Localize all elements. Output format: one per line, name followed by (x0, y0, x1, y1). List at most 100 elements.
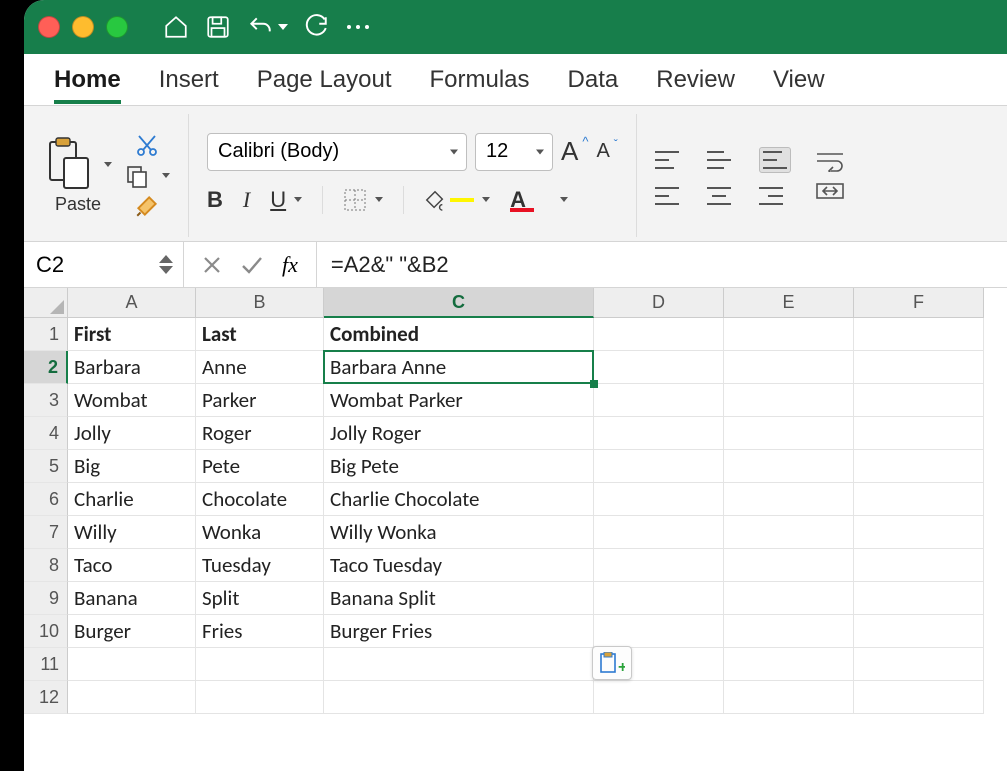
cell[interactable]: Tuesday (196, 549, 324, 582)
row-header[interactable]: 8 (24, 549, 68, 582)
column-header[interactable]: A (68, 288, 196, 318)
cell[interactable]: Combined (324, 318, 594, 351)
cell[interactable] (196, 648, 324, 681)
cancel-formula-button[interactable] (202, 255, 222, 275)
align-center-button[interactable] (707, 187, 731, 205)
column-header[interactable]: C (324, 288, 594, 318)
align-top-button[interactable] (655, 147, 679, 173)
wrap-text-button[interactable] (815, 150, 845, 172)
accept-formula-button[interactable] (240, 255, 264, 275)
column-header[interactable]: E (724, 288, 854, 318)
cell[interactable] (68, 681, 196, 714)
column-header[interactable]: D (594, 288, 724, 318)
cell[interactable] (196, 681, 324, 714)
minimize-window-button[interactable] (72, 16, 94, 38)
cell[interactable]: Willy (68, 516, 196, 549)
cell[interactable] (724, 351, 854, 384)
cell[interactable] (854, 648, 984, 681)
column-header[interactable]: B (196, 288, 324, 318)
tab-review[interactable]: Review (656, 56, 735, 104)
cell[interactable] (594, 681, 724, 714)
cell[interactable] (724, 681, 854, 714)
row-header[interactable]: 2 (24, 351, 68, 384)
cell[interactable] (724, 384, 854, 417)
cell[interactable] (594, 351, 724, 384)
grow-font-button[interactable]: A^ (561, 136, 588, 167)
save-icon[interactable] (204, 13, 232, 41)
row-header[interactable]: 3 (24, 384, 68, 417)
underline-button[interactable]: U (270, 187, 302, 213)
font-color-button[interactable]: A (510, 187, 568, 213)
cell[interactable] (724, 615, 854, 648)
cell[interactable]: Last (196, 318, 324, 351)
cell[interactable] (594, 516, 724, 549)
align-bottom-button[interactable] (759, 147, 791, 173)
maximize-window-button[interactable] (106, 16, 128, 38)
cell[interactable]: Pete (196, 450, 324, 483)
undo-dropdown-icon[interactable] (278, 24, 288, 30)
tab-insert[interactable]: Insert (159, 56, 219, 104)
row-header[interactable]: 5 (24, 450, 68, 483)
cell[interactable] (724, 483, 854, 516)
cell[interactable] (594, 549, 724, 582)
spreadsheet-grid[interactable]: ABCDEF 123456789101112 FirstLastCombined… (24, 288, 1007, 771)
copy-dropdown-icon[interactable] (162, 173, 170, 178)
align-middle-button[interactable] (707, 147, 731, 173)
cell[interactable]: Big (68, 450, 196, 483)
cell[interactable] (324, 681, 594, 714)
cell[interactable]: Banana Split (324, 582, 594, 615)
paste-options-button[interactable]: + (592, 646, 632, 680)
column-header[interactable]: F (854, 288, 984, 318)
formula-input[interactable]: =A2&" "&B2 (317, 242, 1007, 287)
cell[interactable]: First (68, 318, 196, 351)
copy-icon[interactable] (124, 165, 150, 187)
cell[interactable] (724, 450, 854, 483)
redo-icon[interactable] (302, 13, 330, 41)
cell[interactable]: Willy Wonka (324, 516, 594, 549)
row-header[interactable]: 11 (24, 648, 68, 681)
shrink-font-button[interactable]: Aˇ (596, 140, 617, 163)
italic-button[interactable]: I (243, 187, 250, 213)
cell[interactable]: Burger (68, 615, 196, 648)
cell[interactable] (854, 417, 984, 450)
merge-button[interactable] (815, 180, 845, 202)
fx-label[interactable]: fx (282, 252, 298, 278)
cell[interactable]: Parker (196, 384, 324, 417)
cell[interactable]: Taco (68, 549, 196, 582)
cell[interactable]: Burger Fries (324, 615, 594, 648)
cell[interactable]: Roger (196, 417, 324, 450)
cell[interactable]: Barbara Anne (324, 351, 594, 384)
home-icon[interactable] (162, 13, 190, 41)
cell[interactable] (724, 549, 854, 582)
row-header[interactable]: 6 (24, 483, 68, 516)
close-window-button[interactable] (38, 16, 60, 38)
format-painter-icon[interactable] (134, 195, 160, 217)
cell[interactable] (724, 582, 854, 615)
cell[interactable] (854, 549, 984, 582)
cell[interactable] (594, 450, 724, 483)
cell[interactable] (594, 417, 724, 450)
cell[interactable]: Fries (196, 615, 324, 648)
row-header[interactable]: 10 (24, 615, 68, 648)
font-family-select[interactable]: Calibri (Body) (207, 133, 467, 171)
cell[interactable]: Banana (68, 582, 196, 615)
cell[interactable] (724, 648, 854, 681)
tab-home[interactable]: Home (54, 56, 121, 104)
cell[interactable]: Split (196, 582, 324, 615)
cell[interactable] (854, 351, 984, 384)
row-header[interactable]: 9 (24, 582, 68, 615)
cell[interactable] (594, 483, 724, 516)
cut-icon[interactable] (134, 135, 160, 157)
cell[interactable] (854, 318, 984, 351)
tab-data[interactable]: Data (568, 56, 619, 104)
cell[interactable] (594, 615, 724, 648)
cell[interactable] (724, 318, 854, 351)
cell[interactable] (854, 681, 984, 714)
cell[interactable] (594, 318, 724, 351)
font-size-select[interactable]: 12 (475, 133, 553, 171)
bold-button[interactable]: B (207, 187, 223, 213)
cell[interactable]: Charlie Chocolate (324, 483, 594, 516)
row-header[interactable]: 12 (24, 681, 68, 714)
row-header[interactable]: 7 (24, 516, 68, 549)
cell[interactable]: Chocolate (196, 483, 324, 516)
